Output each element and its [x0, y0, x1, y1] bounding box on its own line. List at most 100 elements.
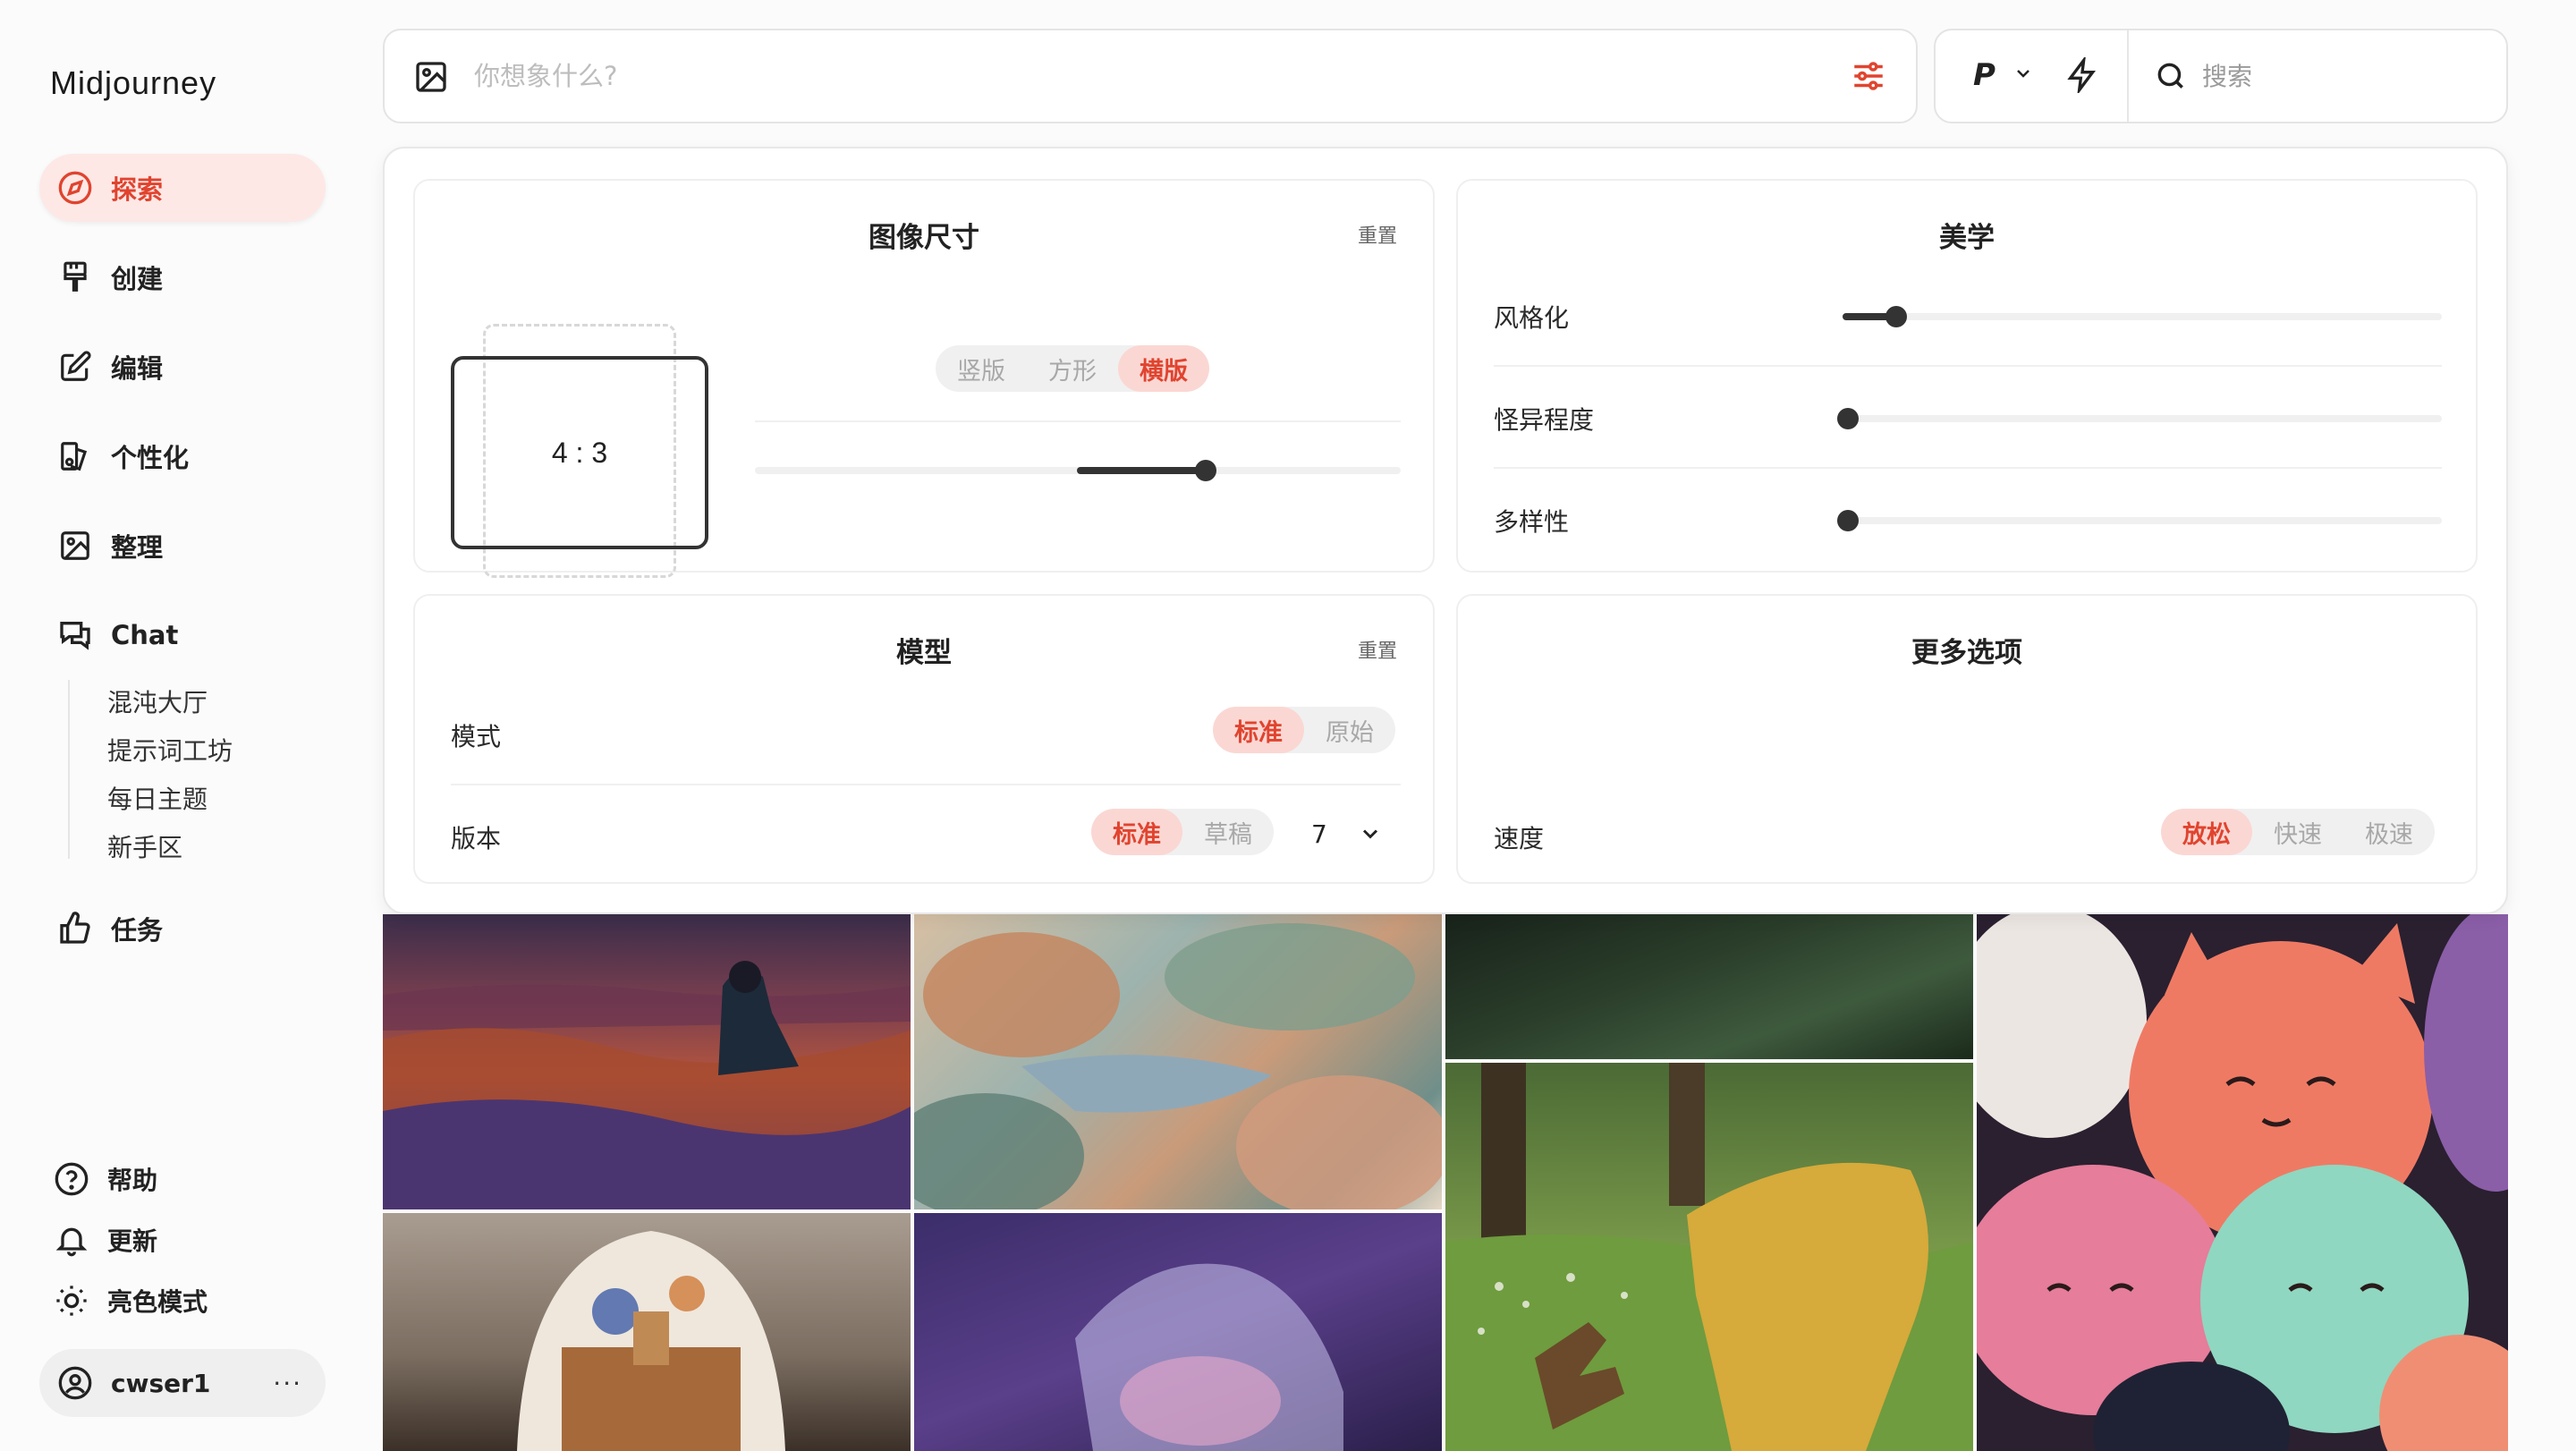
orientation-square[interactable]: 方形: [1027, 345, 1118, 392]
gallery-image[interactable]: [383, 914, 911, 1209]
gallery-image-art: [1977, 914, 2508, 1451]
speed-fast[interactable]: 快速: [2252, 809, 2343, 855]
sidebar-item-label: 整理: [111, 532, 164, 563]
gallery-image-art: [1445, 1063, 1973, 1451]
user-menu[interactable]: cwser1 ···: [39, 1349, 326, 1417]
mode-raw[interactable]: 原始: [1304, 707, 1395, 753]
gallery-image[interactable]: [914, 1213, 1442, 1451]
variety-slider-handle[interactable]: [1837, 510, 1859, 531]
divider: [1494, 365, 2442, 367]
ratio-slider-handle[interactable]: [1195, 460, 1216, 481]
sidebar-item-label: Chat: [111, 620, 179, 650]
sun-icon: [52, 1281, 91, 1320]
sidebar-item-label: 编辑: [111, 353, 164, 384]
aesthetics-title: 美学: [1939, 222, 1995, 254]
divider: [755, 420, 1401, 422]
chat-subitem[interactable]: 每日主题: [107, 780, 208, 816]
sidebar: Midjourney 探索 创建 编辑 个性化 整理 Chat 混沌大厅 提示词…: [0, 0, 358, 1451]
sidebar-item-create[interactable]: 创建: [39, 243, 326, 311]
image-size-card: 图像尺寸 重置 4 : 3 竖版 方形 横版: [413, 179, 1435, 578]
weirdness-slider-track[interactable]: [1843, 415, 2442, 422]
divider: [2127, 30, 2129, 122]
sidebar-item-label: 任务: [111, 915, 164, 946]
speed-toggle: 放松 快速 极速: [2161, 809, 2435, 855]
gallery-image[interactable]: [383, 1213, 911, 1451]
speed-turbo[interactable]: 极速: [2343, 809, 2435, 855]
image-size-title: 图像尺寸: [869, 222, 979, 254]
paintbrush-icon: [55, 258, 95, 297]
settings-sliders-icon[interactable]: [1850, 57, 1887, 98]
stylize-label: 风格化: [1494, 303, 1570, 333]
prompt-input[interactable]: [474, 55, 1726, 97]
image-size-reset-button[interactable]: 重置: [1358, 220, 1397, 249]
sidebar-item-label: 创建: [111, 264, 164, 294]
prompt-bar: [383, 29, 1918, 123]
light-mode-label: 亮色模式: [107, 1287, 208, 1317]
sidebar-item-explore[interactable]: 探索: [39, 154, 326, 222]
model-card: 模型 重置 模式 标准 原始 版本 标准 草稿 7: [413, 594, 1435, 884]
weirdness-label: 怪异程度: [1494, 405, 1595, 435]
gallery-image-art: [383, 961, 911, 1209]
search-input[interactable]: [2202, 55, 2470, 97]
stylize-slider-track[interactable]: [1843, 313, 2442, 320]
app-logo[interactable]: Midjourney: [50, 64, 216, 102]
stylize-slider-handle[interactable]: [1885, 306, 1907, 327]
personalize-toggle[interactable]: P: [1973, 57, 1996, 93]
image-upload-icon[interactable]: [413, 59, 449, 98]
image-icon: [55, 526, 95, 565]
gallery-image[interactable]: [1445, 914, 1973, 1059]
version-label: 版本: [451, 824, 502, 853]
light-mode-toggle[interactable]: 亮色模式: [52, 1281, 208, 1320]
sidebar-item-organize[interactable]: 整理: [39, 512, 326, 580]
orientation-portrait[interactable]: 竖版: [936, 345, 1027, 392]
help-button[interactable]: 帮助: [52, 1159, 157, 1199]
more-options-title: 更多选项: [1911, 637, 2022, 669]
chat-subitem[interactable]: 提示词工坊: [107, 732, 233, 768]
sidebar-item-tasks[interactable]: 任务: [39, 895, 326, 963]
lightning-icon[interactable]: [2064, 55, 2100, 97]
top-right-bar: P: [1934, 29, 2508, 123]
more-options-icon[interactable]: ···: [273, 1369, 302, 1398]
ratio-preview: 4 : 3: [451, 356, 708, 549]
edit-icon: [55, 347, 95, 386]
sidebar-item-personalize[interactable]: 个性化: [39, 422, 326, 490]
mode-standard[interactable]: 标准: [1213, 707, 1304, 753]
sidebar-item-chat[interactable]: Chat: [39, 601, 326, 669]
version-standard[interactable]: 标准: [1091, 809, 1182, 855]
chat-subitems-line: [68, 680, 70, 859]
username: cwser1: [111, 1368, 211, 1398]
orientation-landscape[interactable]: 横版: [1118, 345, 1209, 392]
variety-slider-track[interactable]: [1843, 517, 2442, 524]
sidebar-item-edit[interactable]: 编辑: [39, 333, 326, 401]
model-title: 模型: [896, 637, 952, 669]
speed-label: 速度: [1494, 824, 1545, 853]
updates-label: 更新: [107, 1226, 158, 1256]
ratio-slider-fill: [1077, 467, 1206, 474]
bell-icon: [52, 1220, 91, 1260]
chevron-down-icon[interactable]: [2012, 63, 2034, 88]
mode-toggle: 标准 原始: [1213, 707, 1395, 753]
divider: [451, 784, 1401, 785]
help-label: 帮助: [107, 1166, 158, 1195]
mode-label: 模式: [451, 722, 502, 751]
help-icon: [52, 1159, 91, 1199]
gallery-image[interactable]: [1445, 1063, 1973, 1451]
version-draft[interactable]: 草稿: [1182, 809, 1274, 855]
gallery-image-art: [1075, 1263, 1343, 1451]
model-reset-button[interactable]: 重置: [1358, 635, 1397, 664]
weirdness-slider-handle[interactable]: [1837, 408, 1859, 429]
updates-button[interactable]: 更新: [52, 1220, 157, 1260]
gallery-image-art: [517, 1231, 785, 1451]
search-icon: [2154, 59, 2188, 97]
sidebar-item-label: 探索: [111, 174, 164, 205]
personalize-icon: [55, 437, 95, 476]
chat-subitem[interactable]: 混沌大厅: [107, 683, 208, 719]
speed-relax[interactable]: 放松: [2161, 809, 2252, 855]
thumbs-up-icon: [55, 909, 95, 948]
version-select[interactable]: 7: [1311, 819, 1327, 849]
chat-subitem[interactable]: 新手区: [107, 828, 182, 864]
orientation-toggle: 竖版 方形 横版: [936, 345, 1209, 392]
gallery-image[interactable]: [914, 914, 1442, 1209]
gallery-image[interactable]: [1977, 914, 2508, 1451]
chevron-down-icon[interactable]: [1358, 821, 1383, 850]
